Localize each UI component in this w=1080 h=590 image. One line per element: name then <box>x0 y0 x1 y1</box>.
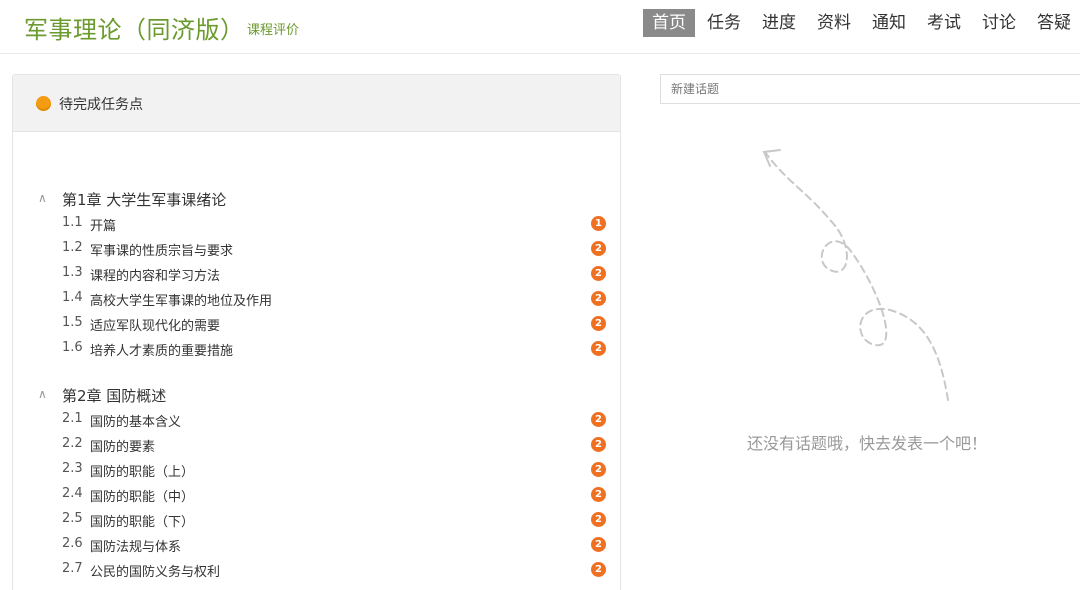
chapter-title: 第1章 大学生军事课绪论 <box>62 191 227 209</box>
task-count-badge: 2 <box>591 412 606 427</box>
chapter-2: ∧ 第2章 国防概述 2.1 国防的基本含义 2 2.2 国防的要素 2 2.3 国防的职… <box>13 383 620 582</box>
lesson-number: 1.5 <box>62 315 83 330</box>
chevron-up-icon[interactable]: ∧ <box>38 387 47 401</box>
task-count-badge: 2 <box>591 437 606 452</box>
task-count-badge: 2 <box>591 462 606 477</box>
chapter-header[interactable]: ∧ 第2章 国防概述 <box>13 383 620 407</box>
nav-item-home[interactable]: 首页 <box>643 9 695 37</box>
lesson-title[interactable]: 适应军队现代化的需要 <box>90 315 220 334</box>
status-dot-icon <box>36 96 51 111</box>
chapter-1: ∧ 第1章 大学生军事课绪论 1.1 开篇 1 1.2 军事课的性质宗旨与要求 2 1.… <box>13 187 620 361</box>
lesson-number: 2.7 <box>62 561 83 576</box>
lesson-title[interactable]: 国防的职能（下） <box>90 511 194 530</box>
empty-topics-message: 还没有话题哦，快去发表一个吧！ <box>747 434 988 453</box>
pending-tasks-title: 待完成任务点 <box>59 97 143 113</box>
lesson-item[interactable]: 2.2 国防的要素 2 <box>13 432 620 457</box>
lesson-number: 2.4 <box>62 486 83 501</box>
lesson-item[interactable]: 2.6 国防法规与体系 2 <box>13 532 620 557</box>
lesson-item[interactable]: 1.6 培养人才素质的重要措施 2 <box>13 336 620 361</box>
task-count-badge: 2 <box>591 341 606 356</box>
lesson-item[interactable]: 2.3 国防的职能（上） 2 <box>13 457 620 482</box>
nav-item-progress[interactable]: 进度 <box>753 9 805 37</box>
task-count-badge: 2 <box>591 487 606 502</box>
lesson-item[interactable]: 1.4 高校大学生军事课的地位及作用 2 <box>13 286 620 311</box>
course-evaluation-link[interactable]: 课程评价 <box>247 19 299 38</box>
lesson-number: 2.1 <box>62 411 83 426</box>
nav-item-discussion[interactable]: 讨论 <box>973 9 1025 37</box>
nav-item-tasks[interactable]: 任务 <box>698 9 750 37</box>
pending-tasks-header: 待完成任务点 <box>13 75 620 132</box>
nav-item-qa[interactable]: 答疑 <box>1028 9 1080 37</box>
lesson-number: 2.5 <box>62 511 83 526</box>
lesson-title[interactable]: 课程的内容和学习方法 <box>90 265 220 284</box>
chapter-title: 第2章 国防概述 <box>62 387 167 405</box>
lesson-item[interactable]: 2.1 国防的基本含义 2 <box>13 407 620 432</box>
chevron-up-icon[interactable]: ∧ <box>38 191 47 205</box>
lesson-title[interactable]: 国防的职能（上） <box>90 461 194 480</box>
pending-tasks-panel: 待完成任务点 ∧ 第1章 大学生军事课绪论 1.1 开篇 1 1.2 军事课的性质宗旨… <box>12 74 621 590</box>
lesson-number: 2.6 <box>62 536 83 551</box>
lesson-title[interactable]: 国防的基本含义 <box>90 411 181 430</box>
lesson-title[interactable]: 国防的职能（中） <box>90 486 194 505</box>
lesson-title[interactable]: 国防法规与体系 <box>90 536 181 555</box>
lesson-item[interactable]: 1.1 开篇 1 <box>13 211 620 236</box>
chapter-header[interactable]: ∧ 第1章 大学生军事课绪论 <box>13 187 620 211</box>
dashed-arrow-icon <box>762 149 949 401</box>
lesson-number: 1.2 <box>62 240 83 255</box>
lesson-item[interactable]: 2.4 国防的职能（中） 2 <box>13 482 620 507</box>
lesson-number: 1.1 <box>62 215 83 230</box>
lesson-item[interactable]: 1.2 军事课的性质宗旨与要求 2 <box>13 236 620 261</box>
lesson-title[interactable]: 培养人才素质的重要措施 <box>90 340 233 359</box>
top-bar: 军事理论（同济版） 课程评价 首页 任务 进度 资料 通知 考试 讨论 答疑 <box>0 0 1080 54</box>
lesson-item[interactable]: 1.3 课程的内容和学习方法 2 <box>13 261 620 286</box>
lesson-item[interactable]: 2.5 国防的职能（下） 2 <box>13 507 620 532</box>
lesson-item[interactable]: 1.5 适应军队现代化的需要 2 <box>13 311 620 336</box>
new-topic-input[interactable] <box>660 74 1080 104</box>
lesson-title[interactable]: 高校大学生军事课的地位及作用 <box>90 290 272 309</box>
nav-item-notices[interactable]: 通知 <box>863 9 915 37</box>
lesson-title[interactable]: 公民的国防义务与权利 <box>90 561 220 580</box>
lesson-number: 2.3 <box>62 461 83 476</box>
lesson-title[interactable]: 国防的要素 <box>90 436 155 455</box>
lesson-title[interactable]: 开篇 <box>90 215 116 234</box>
task-count-badge: 2 <box>591 241 606 256</box>
task-count-badge: 2 <box>591 316 606 331</box>
task-count-badge: 2 <box>591 512 606 527</box>
nav-item-materials[interactable]: 资料 <box>808 9 860 37</box>
main-nav: 首页 任务 进度 资料 通知 考试 讨论 答疑 <box>640 9 1080 37</box>
lesson-number: 2.2 <box>62 436 83 451</box>
task-count-badge: 2 <box>591 291 606 306</box>
lesson-number: 1.6 <box>62 340 83 355</box>
task-count-badge: 2 <box>591 537 606 552</box>
task-count-badge: 2 <box>591 266 606 281</box>
task-count-badge: 2 <box>591 562 606 577</box>
lesson-title[interactable]: 军事课的性质宗旨与要求 <box>90 240 233 259</box>
lesson-number: 1.4 <box>62 290 83 305</box>
lesson-item[interactable]: 2.7 公民的国防义务与权利 2 <box>13 557 620 582</box>
lesson-number: 1.3 <box>62 265 83 280</box>
task-count-badge: 1 <box>591 216 606 231</box>
nav-item-exams[interactable]: 考试 <box>918 9 970 37</box>
course-title: 军事理论（同济版） <box>24 16 245 44</box>
